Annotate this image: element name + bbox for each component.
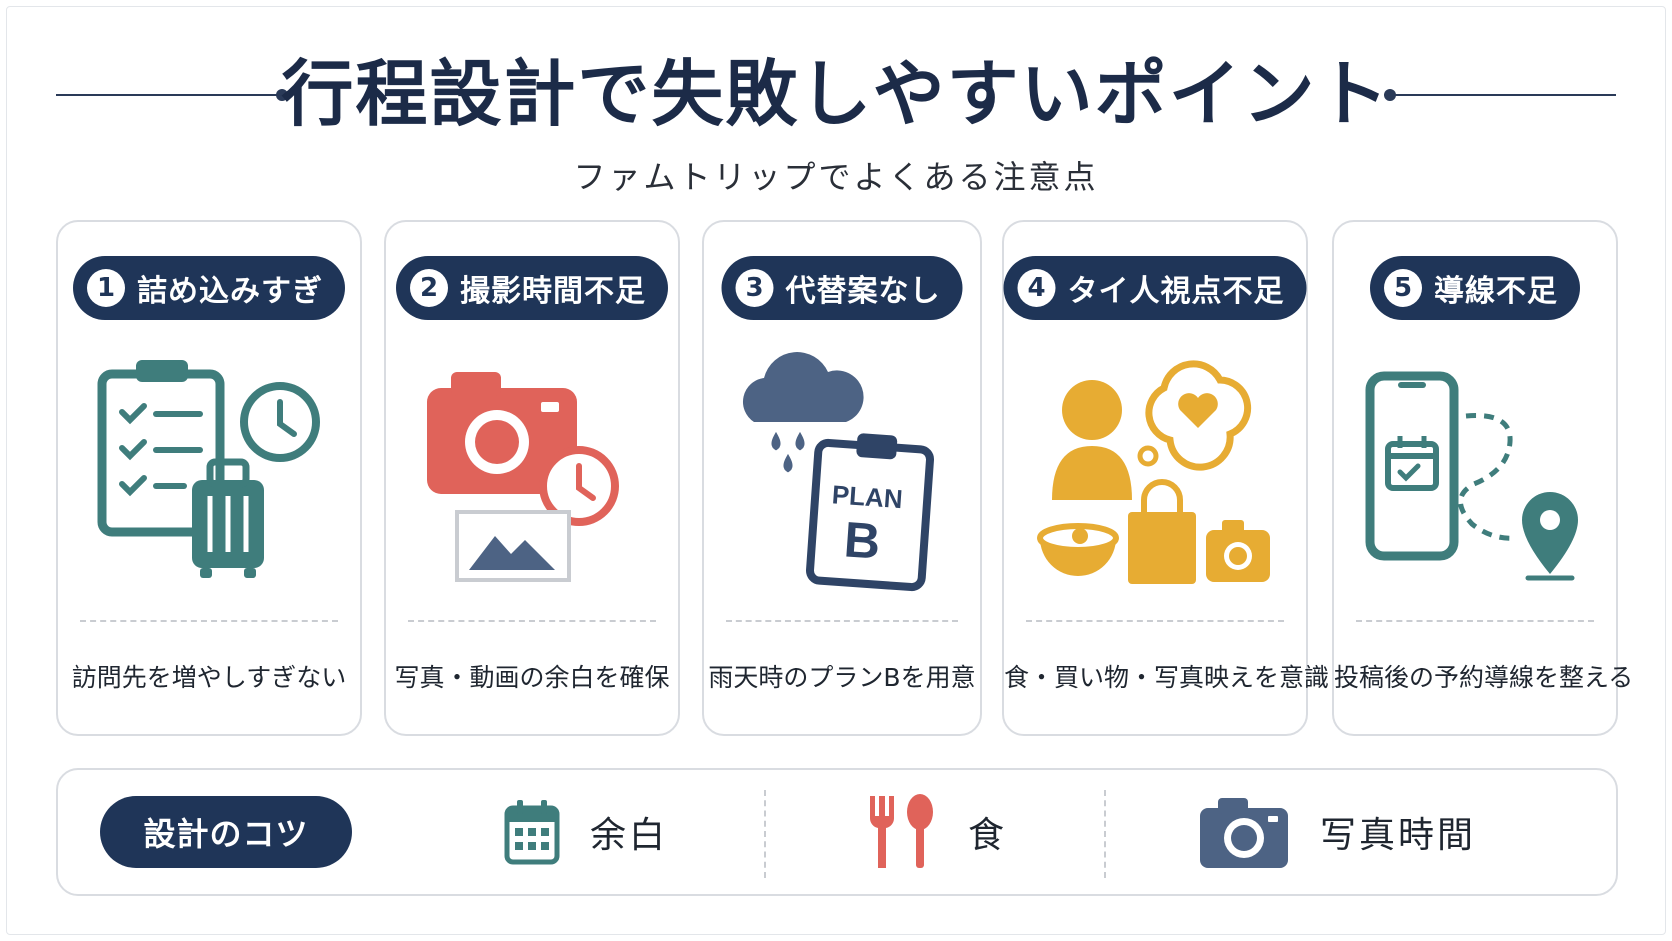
card-4-label: タイ人視点不足: [1067, 274, 1285, 309]
tip-food-label: 食: [968, 815, 1008, 856]
fork-spoon-icon: [869, 794, 933, 868]
card-booking-flow: 5 導線不足 投稿後の予約導線を整える: [1332, 220, 1634, 736]
camera-icon: [1200, 798, 1288, 868]
tips-bar: 設計のコツ 余白 食 写真時間: [56, 768, 1618, 896]
tips-label: 設計のコツ: [100, 796, 352, 868]
card-overpacking: 1 詰め込みすぎ 訪問先を増やしすぎない: [56, 220, 362, 736]
phone-route-pin-icon: [1365, 371, 1578, 581]
header: 行程設計で失敗しやすいポイント: [0, 48, 1672, 138]
tips-separator-2: [1104, 790, 1106, 878]
card-1-divider: [80, 620, 338, 622]
card-4-number: 4: [1017, 269, 1056, 307]
tips-separator-1: [764, 790, 766, 878]
tip-food: 食: [864, 788, 1007, 876]
card-2-number: 2: [410, 269, 448, 307]
card-2-header: 2 撮影時間不足: [396, 256, 668, 320]
tip-margin-label: 余白: [590, 815, 669, 856]
card-photo-time: 2 撮影時間不足 写真・動画の余白を確保: [384, 220, 680, 736]
rain-cloud-planb-icon: PLAN B: [742, 352, 935, 592]
plan-text: PLAN: [831, 479, 904, 514]
card-3-label: 代替案なし: [785, 274, 941, 309]
card-5-caption: 投稿後の予約導線を整える: [1334, 663, 1634, 692]
card-2-label: 撮影時間不足: [460, 274, 646, 309]
tip-photo-time-label: 写真時間: [1320, 815, 1477, 856]
card-3-number: 3: [735, 269, 774, 307]
card-1-caption: 訪問先を増やしすぎない: [71, 663, 347, 692]
card-2-caption: 写真・動画の余白を確保: [394, 663, 670, 692]
card-5-divider: [1356, 620, 1594, 622]
card-1-number: 1: [87, 269, 125, 307]
card-4-caption: 食・買い物・写真映えを意識: [1004, 663, 1330, 692]
plan-letter: B: [842, 511, 882, 569]
card-5-label: 導線不足: [1434, 274, 1558, 309]
checklist-luggage-clock-icon: [97, 360, 320, 578]
card-4-divider: [1026, 620, 1284, 622]
card-5-header: 5 導線不足: [1370, 256, 1580, 320]
camera-clock-photo-icon: [427, 372, 619, 582]
card-thai-perspective: 4 タイ人視点不足 食・買い物・写真映えを意識: [1002, 220, 1330, 736]
page-title: 行程設計で失敗しやすいポイント: [281, 52, 1391, 136]
card-3-caption: 雨天時のプランBを用意: [708, 663, 976, 692]
card-1-label: 詰め込みすぎ: [137, 274, 323, 309]
card-5-number: 5: [1384, 269, 1422, 307]
page-subtitle: ファムトリップでよくある注意点: [573, 158, 1099, 196]
card-3-header: 3 代替案なし: [721, 256, 963, 320]
card-3-divider: [726, 620, 958, 622]
card-no-backup: 3 代替案なし PLAN B 雨天時のプランBを用意: [702, 220, 982, 736]
card-1-header: 1 詰め込みすぎ: [73, 256, 345, 320]
card-4-header: 4 タイ人視点不足: [1003, 256, 1307, 320]
tip-margin: 余白: [504, 788, 668, 876]
card-2-divider: [408, 620, 656, 622]
person-food-shopping-camera-icon: [1037, 360, 1270, 584]
calendar-icon: [504, 800, 560, 865]
tip-photo-time: 写真時間: [1198, 788, 1476, 876]
